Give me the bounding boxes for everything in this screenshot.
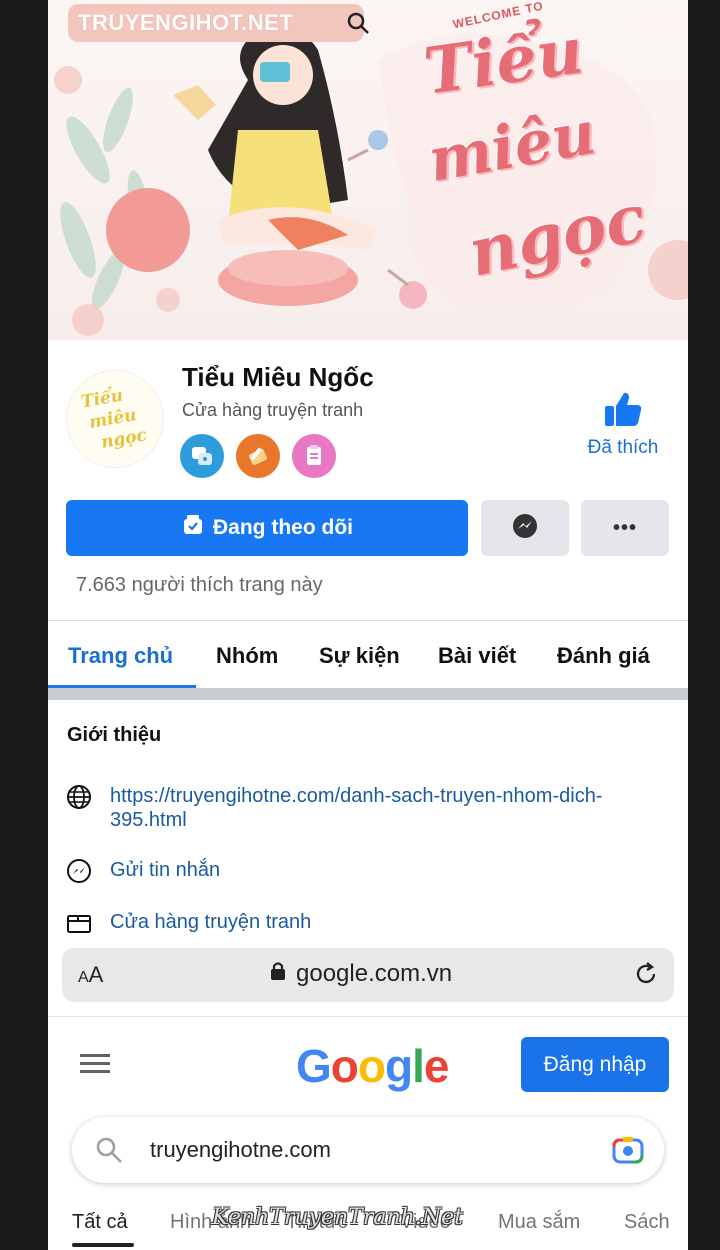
intro-title: Giới thiệu	[67, 724, 162, 746]
logo-letter-l: l	[412, 1040, 425, 1092]
logo-letter-g: G	[296, 1040, 332, 1092]
google-page: Google Đăng nhập truyengihotne.com Tất c…	[48, 1016, 688, 1250]
tab-events[interactable]: Sự kiện	[319, 643, 400, 669]
send-message-link[interactable]: Gửi tin nhắn	[110, 858, 650, 882]
search-box[interactable]: truyengihotne.com	[72, 1117, 664, 1183]
globe-icon	[66, 784, 92, 810]
messenger-icon	[511, 512, 539, 545]
logo-letter-o1: o	[330, 1040, 359, 1092]
tab-shopping[interactable]: Mua sắm	[498, 1211, 580, 1234]
more-icon: •••	[612, 516, 637, 539]
cover-photo[interactable]: TRUYENGIHOT.NET WELCOME TO Tiểu miêu ngọ…	[48, 0, 688, 340]
google-logo[interactable]: Google	[296, 1039, 450, 1093]
following-label: Đang theo dõi	[213, 516, 353, 539]
category-link[interactable]: Cửa hàng truyện tranh	[110, 910, 650, 934]
tab-books[interactable]: Sách	[624, 1211, 670, 1234]
following-button[interactable]: Đang theo dõi	[66, 500, 468, 556]
likes-count: 7.663 người thích trang này	[76, 574, 323, 596]
active-search-tab-indicator	[72, 1243, 134, 1247]
tab-reviews[interactable]: Đánh giá	[557, 643, 650, 669]
section-divider	[48, 688, 688, 700]
sign-in-button[interactable]: Đăng nhập	[521, 1037, 669, 1092]
logo-letter-o2: o	[357, 1040, 386, 1092]
phone-screen: TRUYENGIHOT.NET WELCOME TO Tiểu miêu ngọ…	[48, 0, 688, 1250]
tab-groups[interactable]: Nhóm	[216, 643, 278, 669]
thumbs-up-icon	[603, 392, 643, 432]
website-row[interactable]: https://truyengihotne.com/danh-sach-truy…	[66, 784, 650, 832]
message-button[interactable]	[481, 500, 569, 556]
logo-letter-g2: g	[385, 1040, 413, 1092]
send-message-row[interactable]: Gửi tin nhắn	[66, 858, 650, 884]
liked-button[interactable]: Đã thích	[568, 390, 678, 459]
cover-illustration	[54, 27, 688, 336]
tab-posts[interactable]: Bài viết	[438, 643, 516, 669]
google-lens-icon[interactable]	[612, 1135, 644, 1170]
search-icon	[94, 1135, 124, 1170]
address-bar[interactable]: AA google.com.vn	[62, 948, 674, 1002]
top-fan-badge-icon[interactable]	[236, 434, 280, 478]
reload-icon[interactable]	[632, 960, 660, 993]
tab-all[interactable]: Tất cả	[72, 1211, 128, 1234]
logo-letter-e: e	[423, 1040, 450, 1092]
watermark-text: TRUYENGIHOT.NET	[78, 10, 294, 35]
url-text: google.com.vn	[296, 960, 453, 987]
messenger-icon	[66, 858, 92, 884]
search-query[interactable]: truyengihotne.com	[150, 1137, 331, 1163]
avatar[interactable]: Tiểu miêu ngọc	[66, 370, 164, 468]
page-title[interactable]: Tiểu Miêu Ngốc	[182, 362, 374, 393]
page-profile: Tiểu miêu ngọc Tiểu Miêu Ngốc Cửa hàng t…	[48, 340, 688, 620]
page-tabs: Trang chủ Nhóm Sự kiện Bài viết Đánh giá	[48, 620, 688, 689]
aa-small: A	[78, 969, 89, 986]
aa-large: A	[88, 962, 104, 987]
category-row[interactable]: Cửa hàng truyện tranh	[66, 910, 650, 936]
website-link[interactable]: https://truyengihotne.com/danh-sach-truy…	[110, 784, 650, 832]
messenger-badge-icon[interactable]	[180, 434, 224, 478]
more-options-button[interactable]: •••	[581, 500, 669, 556]
intro-section: Giới thiệu https://truyengihotne.com/dan…	[48, 700, 688, 948]
page-category: Cửa hàng truyện tranh	[182, 400, 364, 420]
text-size-button[interactable]: AA	[78, 962, 103, 988]
liked-label: Đã thích	[587, 437, 659, 458]
checklist-badge-icon[interactable]	[292, 434, 336, 478]
lock-icon	[270, 960, 286, 988]
bottom-watermark: KenhTruyenTranh.Net	[212, 1205, 463, 1230]
menu-icon[interactable]	[80, 1053, 110, 1080]
site-watermark: TRUYENGIHOT.NET	[68, 4, 369, 42]
tab-home[interactable]: Trang chủ	[68, 643, 173, 669]
follow-icon	[181, 513, 205, 543]
shop-icon	[66, 910, 92, 936]
url-display[interactable]: google.com.vn	[270, 960, 452, 988]
